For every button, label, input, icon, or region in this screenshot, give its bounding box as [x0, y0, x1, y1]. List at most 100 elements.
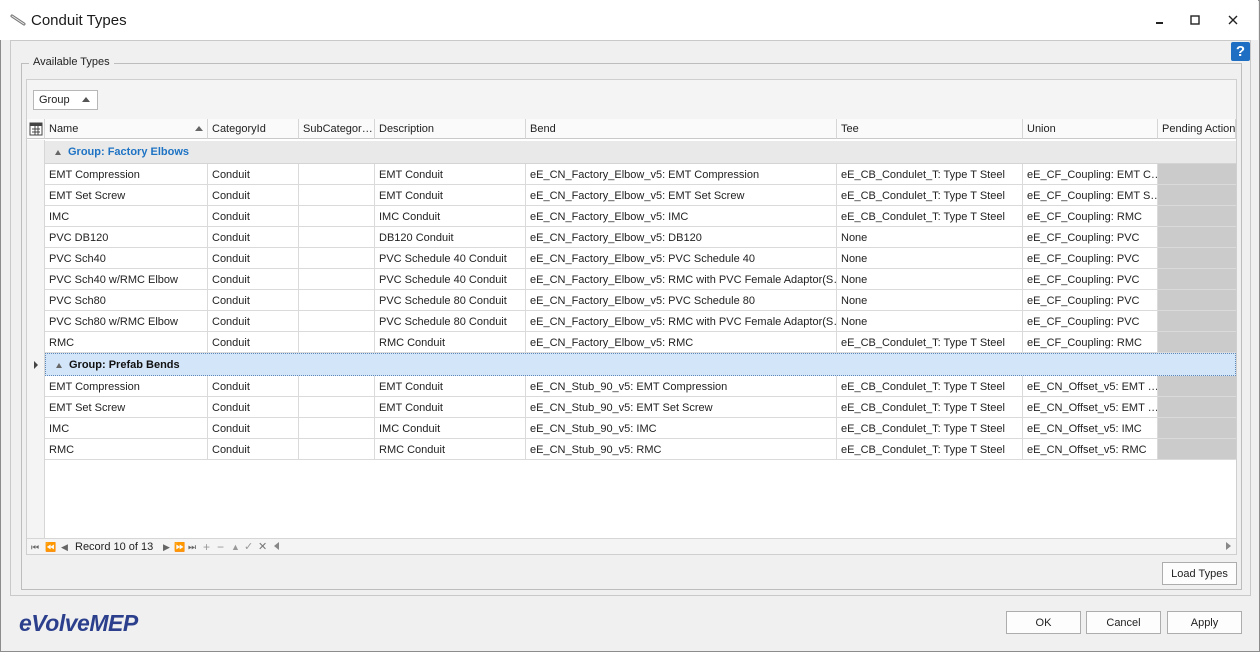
edit-record-icon[interactable]: ▲ — [231, 540, 240, 554]
table-cell-bend[interactable]: eE_CN_Stub_90_v5: EMT Compression — [526, 376, 837, 397]
table-cell-bend[interactable]: eE_CN_Stub_90_v5: RMC — [526, 439, 837, 460]
table-cell-subcategory[interactable] — [299, 418, 375, 439]
first-record-icon[interactable]: ⏮ — [31, 540, 39, 554]
table-cell-bend[interactable]: eE_CN_Factory_Elbow_v5: IMC — [526, 206, 837, 227]
table-cell-union[interactable]: eE_CF_Coupling: EMT S… — [1023, 185, 1158, 206]
table-row[interactable]: EMT Set Screw Conduit EMT Conduit eE_CN_Fac… — [45, 185, 1236, 206]
table-cell-subcategory[interactable] — [299, 185, 375, 206]
last-record-icon[interactable]: ⏭ — [188, 540, 196, 554]
table-cell-categoryid[interactable]: Conduit — [208, 290, 299, 311]
next-page-icon[interactable]: ⏩ — [174, 540, 185, 554]
prev-record-icon[interactable]: ◀ — [61, 540, 68, 554]
table-cell-subcategory[interactable] — [299, 397, 375, 418]
table-cell-tee[interactable]: None — [837, 227, 1023, 248]
table-cell-union[interactable]: eE_CF_Coupling: PVC — [1023, 269, 1158, 290]
table-cell-description[interactable]: PVC Schedule 80 Conduit — [375, 290, 526, 311]
table-cell-categoryid[interactable]: Conduit — [208, 248, 299, 269]
table-cell-union[interactable]: eE_CN_Offset_v5: IMC — [1023, 418, 1158, 439]
table-row[interactable]: EMT Compression Conduit EMT Conduit eE_CN_F… — [45, 164, 1236, 185]
collapse-group-icon[interactable] — [55, 150, 61, 155]
table-cell-description[interactable]: RMC Conduit — [375, 439, 526, 460]
table-row[interactable]: EMT Set Screw Conduit EMT Conduit eE_CN_Stu… — [45, 397, 1236, 418]
table-row[interactable]: PVC DB120 Conduit DB120 Conduit eE_CN_Facto… — [45, 227, 1236, 248]
table-cell-union[interactable]: eE_CN_Offset_v5: RMC — [1023, 439, 1158, 460]
cancel-edit-icon[interactable]: ✕ — [258, 540, 267, 554]
header-col-categoryid[interactable]: CategoryId — [208, 119, 299, 139]
group-row[interactable]: Group: Prefab Bends — [45, 353, 1236, 376]
group-chip[interactable]: Group — [33, 90, 98, 110]
collapse-group-icon[interactable] — [56, 363, 62, 368]
table-cell-bend[interactable]: eE_CN_Factory_Elbow_v5: EMT Set Screw — [526, 185, 837, 206]
table-cell-categoryid[interactable]: Conduit — [208, 376, 299, 397]
table-cell-pending-action[interactable] — [1158, 290, 1236, 311]
table-cell-name[interactable]: EMT Compression — [45, 376, 208, 397]
end-edit-icon[interactable]: ✓ — [244, 540, 253, 554]
prev-page-icon[interactable]: ⏪ — [45, 540, 56, 554]
table-cell-categoryid[interactable]: Conduit — [208, 185, 299, 206]
table-cell-name[interactable]: PVC Sch80 — [45, 290, 208, 311]
table-cell-categoryid[interactable]: Conduit — [208, 439, 299, 460]
table-cell-tee[interactable]: eE_CB_Condulet_T: Type T Steel — [837, 332, 1023, 353]
table-cell-description[interactable]: IMC Conduit — [375, 206, 526, 227]
table-cell-pending-action[interactable] — [1158, 332, 1236, 353]
table-cell-union[interactable]: eE_CF_Coupling: PVC — [1023, 290, 1158, 311]
table-cell-description[interactable]: PVC Schedule 80 Conduit — [375, 311, 526, 332]
table-cell-bend[interactable]: eE_CN_Factory_Elbow_v5: EMT Compression — [526, 164, 837, 185]
table-cell-categoryid[interactable]: Conduit — [208, 418, 299, 439]
table-cell-categoryid[interactable]: Conduit — [208, 332, 299, 353]
table-cell-subcategory[interactable] — [299, 164, 375, 185]
remove-record-icon[interactable]: − — [217, 540, 224, 554]
maximize-button[interactable] — [1180, 8, 1210, 32]
table-cell-pending-action[interactable] — [1158, 376, 1236, 397]
table-cell-categoryid[interactable]: Conduit — [208, 227, 299, 248]
table-cell-tee[interactable]: eE_CB_Condulet_T: Type T Steel — [837, 439, 1023, 460]
table-row[interactable]: PVC Sch80 Conduit PVC Schedule 80 Conduit e… — [45, 290, 1236, 311]
table-row[interactable]: PVC Sch40 Conduit PVC Schedule 40 Conduit e… — [45, 248, 1236, 269]
table-cell-tee[interactable]: eE_CB_Condulet_T: Type T Steel — [837, 418, 1023, 439]
table-cell-description[interactable]: RMC Conduit — [375, 332, 526, 353]
table-cell-pending-action[interactable] — [1158, 248, 1236, 269]
table-cell-tee[interactable]: None — [837, 311, 1023, 332]
table-cell-description[interactable]: EMT Conduit — [375, 397, 526, 418]
table-cell-union[interactable]: eE_CN_Offset_v5: EMT … — [1023, 376, 1158, 397]
table-cell-union[interactable]: eE_CF_Coupling: RMC — [1023, 332, 1158, 353]
table-cell-union[interactable]: eE_CF_Coupling: PVC — [1023, 227, 1158, 248]
table-cell-pending-action[interactable] — [1158, 164, 1236, 185]
table-cell-union[interactable]: eE_CF_Coupling: PVC — [1023, 311, 1158, 332]
table-cell-union[interactable]: eE_CN_Offset_v5: EMT … — [1023, 397, 1158, 418]
table-cell-tee[interactable]: eE_CB_Condulet_T: Type T Steel — [837, 164, 1023, 185]
table-cell-name[interactable]: PVC DB120 — [45, 227, 208, 248]
table-cell-tee[interactable]: eE_CB_Condulet_T: Type T Steel — [837, 185, 1023, 206]
table-row[interactable]: IMC Conduit IMC Conduit eE_CN_Stub_90_v5: I… — [45, 418, 1236, 439]
table-cell-name[interactable]: PVC Sch80 w/RMC Elbow — [45, 311, 208, 332]
table-cell-pending-action[interactable] — [1158, 227, 1236, 248]
header-col-union[interactable]: Union — [1023, 119, 1158, 139]
help-button[interactable]: ? — [1231, 42, 1250, 61]
table-cell-name[interactable]: PVC Sch40 — [45, 248, 208, 269]
table-cell-tee[interactable]: eE_CB_Condulet_T: Type T Steel — [837, 376, 1023, 397]
table-cell-bend[interactable]: eE_CN_Stub_90_v5: IMC — [526, 418, 837, 439]
table-cell-description[interactable]: PVC Schedule 40 Conduit — [375, 248, 526, 269]
header-col-bend[interactable]: Bend — [526, 119, 837, 139]
table-cell-subcategory[interactable] — [299, 206, 375, 227]
ok-button[interactable]: OK — [1006, 611, 1081, 634]
table-cell-pending-action[interactable] — [1158, 185, 1236, 206]
table-cell-pending-action[interactable] — [1158, 418, 1236, 439]
table-cell-categoryid[interactable]: Conduit — [208, 206, 299, 227]
table-cell-subcategory[interactable] — [299, 227, 375, 248]
table-cell-subcategory[interactable] — [299, 269, 375, 290]
table-cell-name[interactable]: EMT Set Screw — [45, 185, 208, 206]
table-cell-bend[interactable]: eE_CN_Factory_Elbow_v5: PVC Schedule 80 — [526, 290, 837, 311]
table-cell-tee[interactable]: eE_CB_Condulet_T: Type T Steel — [837, 397, 1023, 418]
table-cell-description[interactable]: EMT Conduit — [375, 376, 526, 397]
header-col-name[interactable]: Name — [45, 119, 208, 139]
table-cell-union[interactable]: eE_CF_Coupling: PVC — [1023, 248, 1158, 269]
scroll-right-icon[interactable] — [1226, 542, 1231, 550]
header-col-pending-action[interactable]: Pending Action — [1158, 119, 1236, 139]
table-cell-description[interactable]: IMC Conduit — [375, 418, 526, 439]
table-cell-name[interactable]: EMT Set Screw — [45, 397, 208, 418]
table-cell-description[interactable]: EMT Conduit — [375, 164, 526, 185]
table-cell-pending-action[interactable] — [1158, 206, 1236, 227]
table-cell-categoryid[interactable]: Conduit — [208, 311, 299, 332]
table-row[interactable]: IMC Conduit IMC Conduit eE_CN_Factory_Elbow… — [45, 206, 1236, 227]
